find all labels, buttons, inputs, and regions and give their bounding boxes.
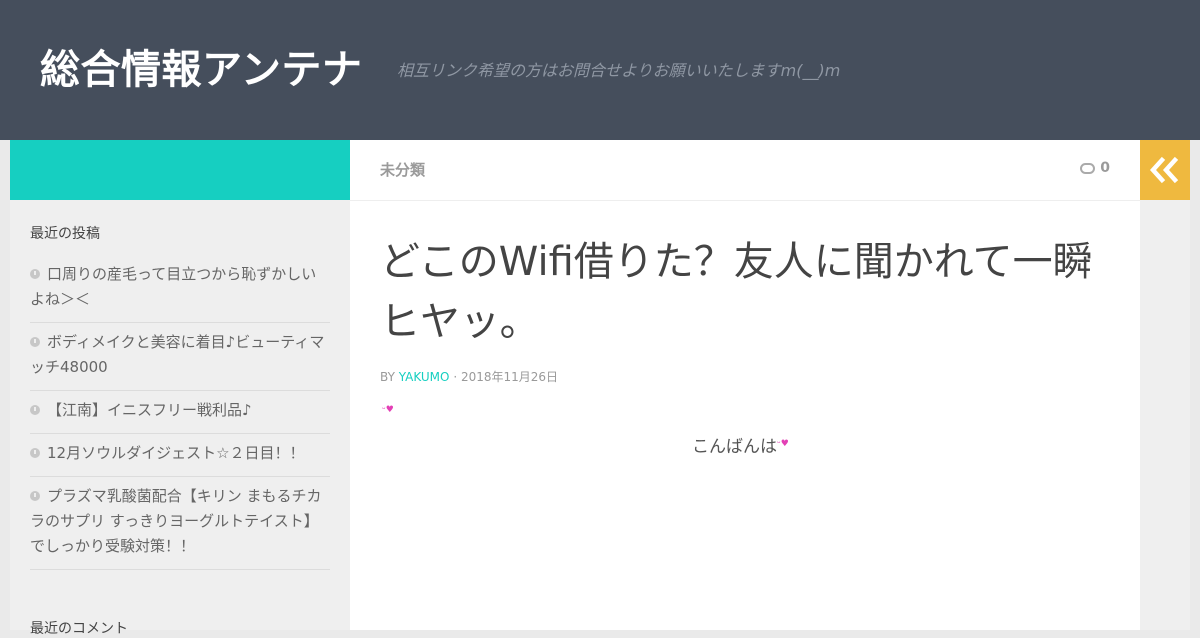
recent-post-item[interactable]: プラズマ乳酸菌配合【キリン まもるチカラのサプリ すっきりヨーグルトテイスト】で…: [30, 477, 330, 570]
recent-post-item[interactable]: 口周りの産毛って目立つから恥ずかしいよね＞＜: [30, 255, 330, 323]
heart-emoji-icon: ᵕ♥: [382, 405, 394, 415]
byline-separator: ·: [453, 370, 458, 384]
recent-posts-list: 口周りの産毛って目立つから恥ずかしいよね＞＜ ボディメイクと美容に着目♪ビューテ…: [30, 255, 330, 570]
site-description: 相互リンク希望の方はお問合せよりお願いいたしますm(__)m: [397, 61, 841, 80]
recent-post-item[interactable]: ボディメイクと美容に着目♪ビューティマッチ48000: [30, 323, 330, 391]
recent-post-link[interactable]: プラズマ乳酸菌配合【キリン まもるチカラのサプリ すっきりヨーグルトテイスト】で…: [30, 487, 321, 555]
clock-icon: [30, 337, 40, 347]
recent-post-link[interactable]: 【江南】イニスフリー戦利品♪: [47, 401, 252, 419]
speech-bubble-icon: [1080, 163, 1096, 174]
by-label: BY: [380, 370, 395, 384]
post-meta-bar: 未分類 0: [350, 140, 1140, 201]
right-sidebar: [1140, 200, 1190, 630]
recent-posts-heading: 最近の投稿: [30, 226, 100, 242]
heart-emoji-icon: ᵕ♥: [777, 439, 789, 449]
clock-icon: [30, 405, 40, 415]
recent-post-item[interactable]: 12月ソウルダイジェスト☆２日目！！: [30, 434, 330, 477]
post-body-greeting: こんばんはᵕ♥: [692, 432, 789, 457]
main-content: 未分類 0 どこのWifi借りた？友人に聞かれて一瞬ヒヤッ。 BY YAKUMO…: [350, 140, 1140, 630]
post-date: 2018年11月26日: [460, 370, 559, 384]
recent-post-link[interactable]: 12月ソウルダイジェスト☆２日目！！: [47, 444, 305, 462]
greeting-text: こんばんは: [692, 437, 777, 457]
comment-count-link[interactable]: 0: [1080, 160, 1110, 176]
recent-post-link[interactable]: ボディメイクと美容に着目♪ビューティマッチ48000: [30, 333, 324, 376]
site-title[interactable]: 総合情報アンテナ: [40, 40, 362, 100]
post-byline: BY YAKUMO · 2018年11月26日: [380, 368, 558, 385]
comment-count: 0: [1100, 160, 1110, 176]
author-link[interactable]: YAKUMO: [399, 370, 450, 384]
double-chevron-left-icon: [1149, 156, 1179, 184]
sidebar-top-bar: [10, 140, 350, 200]
recent-comments-heading: 最近のコメント: [30, 621, 128, 637]
recent-post-link[interactable]: 口周りの産毛って目立つから恥ずかしいよね＞＜: [30, 265, 316, 308]
category-link[interactable]: 未分類: [380, 159, 425, 180]
clock-icon: [30, 491, 40, 501]
post-title: どこのWifi借りた？友人に聞かれて一瞬ヒヤッ。: [380, 239, 1093, 345]
sidebar: 最近の投稿 口周りの産毛って目立つから恥ずかしいよね＞＜ ボディメイクと美容に着…: [10, 200, 350, 637]
recent-post-item[interactable]: 【江南】イニスフリー戦利品♪: [30, 391, 330, 434]
sidebar-toggle-button[interactable]: [1140, 140, 1190, 200]
clock-icon: [30, 269, 40, 279]
site-header: 総合情報アンテナ 相互リンク希望の方はお問合せよりお願いいたしますm(__)m: [0, 0, 1200, 140]
clock-icon: [30, 448, 40, 458]
